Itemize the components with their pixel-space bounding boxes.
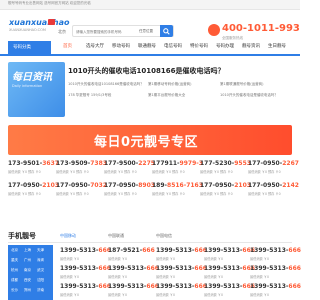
headline-link[interactable]: 1010开头的催收电话10108166是催收电话吗？ — [68, 66, 224, 76]
top-strip: 靓号号码专业出售网站 选号网官方网站 欢迎您的光临 — [0, 0, 300, 10]
nav-item-unicom[interactable]: 联通靓号 — [138, 43, 156, 49]
news-item[interactable]: 第1期移动号码价格(运营商) — [148, 82, 191, 87]
category-button[interactable]: 号码分类 — [8, 41, 51, 54]
region-link[interactable]: 深圳 — [37, 258, 44, 263]
tab-unicom[interactable]: 中国联通 — [108, 233, 124, 239]
header: xuanxuanhao XUANXUANHAO.COM 北京 任意位置 400-… — [0, 10, 300, 40]
nav-item-telecom[interactable]: 电信号码 — [164, 43, 182, 49]
region-link[interactable]: 南京 — [24, 268, 31, 273]
region-link[interactable]: 武汉 — [37, 268, 44, 273]
region-link[interactable]: 沈阳 — [37, 278, 44, 283]
tab-mobile[interactable]: 中国移动 — [60, 233, 76, 239]
free-number-grid: 173-9501-3637 最低消费 ￥0 预存 ￥0 173-9509-7383… — [8, 160, 299, 196]
top-strip-text: 靓号号码专业出售网站 选号网官方网站 欢迎您的光临 — [8, 1, 91, 5]
banner-title: 每日0元靓号专区 — [94, 135, 199, 150]
tab-divider — [8, 242, 292, 243]
news-section: 每日资讯 Daily information 1010开头的催收电话101081… — [8, 62, 292, 117]
nav-item-hall[interactable]: 选号大厅 — [86, 43, 104, 49]
logo-badge-icon — [48, 19, 55, 25]
news-item[interactable]: 第1期平台靓号价格大全 — [148, 93, 185, 98]
news-item[interactable]: 第1期联通靓号价格(运营商) — [220, 82, 263, 87]
nav-item-home[interactable]: 首页 — [63, 43, 72, 49]
region-link[interactable]: 北京 — [11, 248, 18, 253]
phone-icon — [208, 24, 220, 36]
main-nav: 号码分类 首页 选号大厅 移动号码 联通靓号 电信号码 特价号码 号码办理 靓号… — [0, 40, 300, 56]
region-link[interactable]: 重庆 — [11, 258, 18, 263]
search-icon — [163, 28, 170, 35]
search-input[interactable] — [76, 28, 136, 35]
search-box: 任意位置 — [72, 25, 174, 37]
news-item[interactable]: 1010开头的催收电话是催收电话吗？ — [220, 93, 278, 98]
logo-text: xuanxuanhao — [9, 18, 70, 27]
news-item[interactable]: 178 华夏靓号 159/1/3号段 — [68, 93, 111, 98]
region-link[interactable]: 西安 — [24, 278, 31, 283]
daily-news-title: 每日资讯 — [12, 72, 52, 83]
city-selector[interactable]: 北京 — [58, 29, 66, 35]
nav-item-mobile[interactable]: 移动号码 — [112, 43, 130, 49]
region-sidebar: 北京 上海 天津 重庆 广州 深圳 杭州 南京 武汉 成都 西安 沈阳 长沙 郑州 济南 — [8, 245, 53, 300]
nav-item-special[interactable]: 特价号码 — [190, 43, 208, 49]
region-link[interactable]: 上海 — [24, 248, 31, 253]
news-item[interactable]: 1010开头的催收电话10108166是催收电话吗？ — [68, 82, 144, 87]
region-link[interactable]: 广州 — [24, 258, 31, 263]
daily-news-sub: Daily information — [12, 84, 43, 88]
nav-item-news[interactable]: 靓号资讯 — [242, 43, 260, 49]
region-link[interactable]: 济南 — [37, 288, 44, 293]
logo-sub: XUANXUANHAO.COM — [9, 28, 46, 32]
region-link[interactable]: 长沙 — [11, 288, 18, 293]
region-link[interactable]: 杭州 — [11, 268, 18, 273]
search-button[interactable] — [160, 25, 173, 37]
daily-news-card[interactable]: 每日资讯 Daily information — [8, 62, 65, 117]
news-main: 1010开头的催收电话10108166是催收电话吗？ 1010开头的催收电话10… — [68, 62, 292, 117]
search-select[interactable]: 任意位置 — [139, 29, 153, 34]
free-number-banner[interactable]: 每日0元靓号专区 — [8, 125, 292, 155]
nav-item-birthday[interactable]: 生日靓号 — [268, 43, 286, 49]
nav-item-apply[interactable]: 号码办理 — [216, 43, 234, 49]
region-link[interactable]: 郑州 — [24, 288, 31, 293]
section-title: 手机靓号 — [8, 232, 36, 240]
region-link[interactable]: 天津 — [37, 248, 44, 253]
mobile-numbers-section: 手机靓号 中国移动 中国联通 中国电信 北京 上海 天津 重庆 广州 深圳 杭州 南京 武汉… — [8, 229, 301, 300]
region-link[interactable]: 成都 — [11, 278, 18, 283]
hotline-number: 400-1011-993 — [222, 23, 300, 34]
tab-telecom[interactable]: 中国电信 — [156, 233, 172, 239]
